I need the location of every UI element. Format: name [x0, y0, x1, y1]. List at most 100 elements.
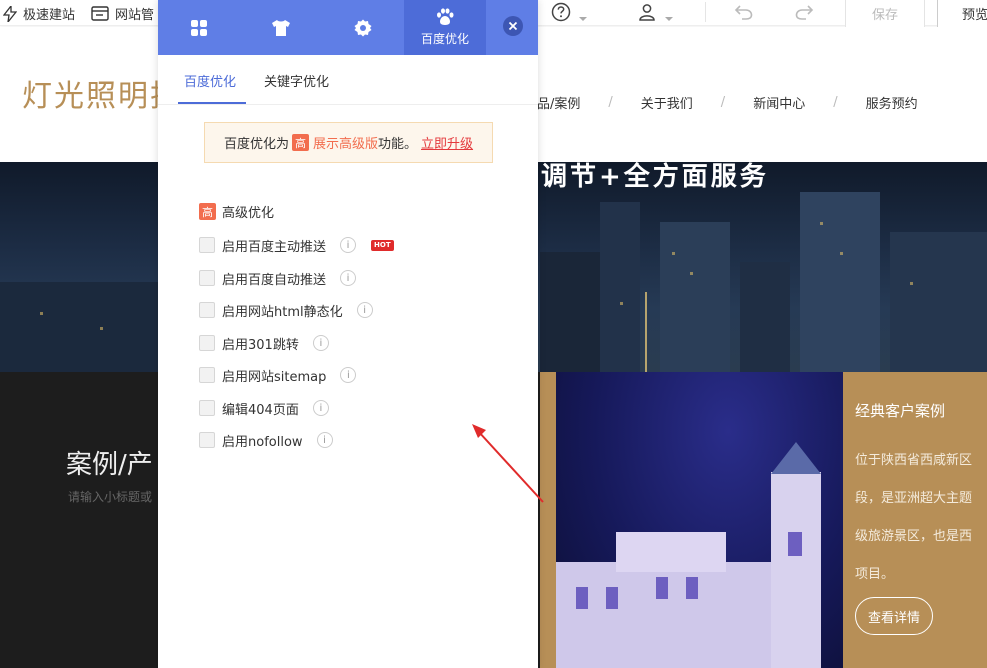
checkbox[interactable]: [199, 302, 215, 318]
info-icon[interactable]: i: [340, 237, 357, 253]
checkbox[interactable]: [199, 367, 215, 383]
shirt-icon: [272, 19, 290, 36]
checkbox[interactable]: [199, 335, 215, 351]
undo-button[interactable]: [734, 3, 754, 25]
tower-spire: [771, 442, 821, 474]
option-label: 启用301跳转: [222, 337, 299, 353]
client-case-line: 段，是亚洲超大主题: [855, 491, 973, 506]
building-shape: [800, 192, 880, 372]
tab-baidu-seo[interactable]: 百度优化: [404, 0, 486, 55]
window-light: [820, 222, 823, 225]
upgrade-now-link[interactable]: 立即升级: [421, 133, 473, 152]
option-label: 启用百度自动推送: [222, 272, 327, 288]
option-label: 编辑404页面: [222, 402, 299, 418]
castle-window: [686, 577, 698, 599]
castle-tower: [771, 472, 821, 668]
client-case-title: 经典客户案例: [855, 402, 946, 420]
info-icon[interactable]: i: [340, 270, 357, 286]
street-light-trail: [645, 292, 647, 372]
close-panel-button[interactable]: [503, 16, 523, 36]
redo-icon: [795, 5, 814, 20]
info-icon[interactable]: i: [356, 302, 373, 318]
undo-icon: [734, 5, 753, 20]
grid-icon: [191, 19, 207, 36]
tab-baidu-seo-label: 百度优化: [420, 32, 469, 46]
subtab-keyword-seo[interactable]: 关键字优化: [264, 71, 329, 90]
option-label: 启用网站html静态化: [222, 304, 343, 320]
redo-button[interactable]: [794, 3, 814, 25]
option-label: 启用百度主动推送: [222, 239, 327, 255]
checkbox[interactable]: [199, 237, 215, 253]
castle-window: [606, 587, 618, 609]
case-photo[interactable]: [556, 372, 843, 668]
user-icon: [639, 4, 655, 21]
option-label: 启用nofollow: [222, 434, 303, 450]
option-sitemap: 启用网站sitemap i: [199, 366, 357, 385]
help-icon: [551, 2, 571, 22]
building-shape: [0, 282, 158, 372]
nav-item-products[interactable]: 品/案例: [537, 93, 580, 112]
active-subtab-indicator: [178, 102, 246, 104]
info-icon[interactable]: i: [340, 367, 357, 383]
option-baidu-auto-push: 启用百度自动推送 i: [199, 269, 357, 288]
building-shape: [660, 222, 730, 372]
close-icon: [508, 21, 518, 31]
seo-settings-panel: 百度优化 百度优化 关键字优化 百度优化为 高 展示高级版 功能。 立即升级 高…: [158, 0, 538, 668]
quick-build-button[interactable]: 极速建站: [3, 4, 75, 23]
checkbox[interactable]: [199, 400, 215, 416]
option-label: 启用网站sitemap: [222, 369, 327, 385]
window-light: [910, 282, 913, 285]
save-button[interactable]: 保存: [845, 0, 925, 30]
checkbox[interactable]: [199, 432, 215, 448]
seo-subtabs: 百度优化 关键字优化: [158, 55, 538, 105]
window-light: [100, 327, 103, 330]
option-nofollow: 启用nofollow i: [199, 431, 333, 450]
preview-button[interactable]: 预览: [937, 0, 987, 30]
subtab-baidu-seo[interactable]: 百度优化: [184, 71, 236, 90]
castle-window: [656, 577, 668, 599]
checkbox[interactable]: [199, 270, 215, 286]
site-manage-button[interactable]: 网站管: [91, 4, 154, 23]
case-subtitle: 请输入小标题或: [68, 490, 153, 504]
help-button[interactable]: [551, 2, 588, 26]
monitor-icon: [91, 5, 109, 21]
lightning-icon: [3, 5, 17, 22]
castle-window: [576, 587, 588, 609]
tab-style[interactable]: [240, 0, 322, 55]
case-title: 案例/产: [66, 450, 153, 480]
site-manage-label: 网站管: [115, 8, 155, 23]
view-details-button[interactable]: 查看详情: [855, 597, 933, 635]
info-icon[interactable]: i: [312, 400, 329, 416]
user-caret-icon: [665, 16, 674, 21]
client-case-line: 项目。: [855, 567, 895, 582]
building-shape: [890, 232, 987, 372]
building-shape: [740, 262, 790, 372]
user-menu-button[interactable]: [637, 2, 674, 26]
upgrade-notice: 百度优化为 高 展示高级版 功能。 立即升级: [204, 122, 493, 163]
option-html-static: 启用网站html静态化 i: [199, 301, 373, 320]
window-light: [620, 302, 623, 305]
client-case-description: 位于陕西省西咸新区 段，是亚洲超大主题 级旅游景区，也是西 项目。: [855, 442, 987, 594]
gear-icon: [354, 19, 372, 36]
advanced-seo-heading: 高 高级优化: [199, 202, 274, 221]
tab-settings[interactable]: [322, 0, 404, 55]
notice-suffix: 功能。: [378, 137, 418, 152]
castle-roof: [616, 532, 726, 572]
client-case-panel: 经典客户案例 位于陕西省西咸新区 段，是亚洲超大主题 级旅游景区，也是西 项目。…: [843, 372, 987, 668]
building-shape: [540, 252, 600, 372]
info-icon[interactable]: i: [312, 335, 329, 351]
banner-title: 调节+全方面服务: [541, 162, 769, 192]
tower-window: [788, 532, 802, 556]
nav-item-news[interactable]: 新闻中心: [753, 93, 805, 112]
premium-badge: 高: [199, 203, 216, 220]
info-icon[interactable]: i: [316, 432, 333, 448]
quick-build-label: 极速建站: [23, 8, 76, 23]
option-404-page: 编辑404页面 i: [199, 399, 329, 418]
tab-layout[interactable]: [158, 0, 240, 55]
window-light: [672, 252, 675, 255]
nav-separator: /: [720, 95, 726, 110]
client-case-line: 位于陕西省西咸新区: [855, 453, 973, 468]
nav-item-service[interactable]: 服务预约: [866, 93, 918, 112]
nav-item-about[interactable]: 关于我们: [641, 93, 693, 112]
castle-facade: [556, 562, 786, 668]
